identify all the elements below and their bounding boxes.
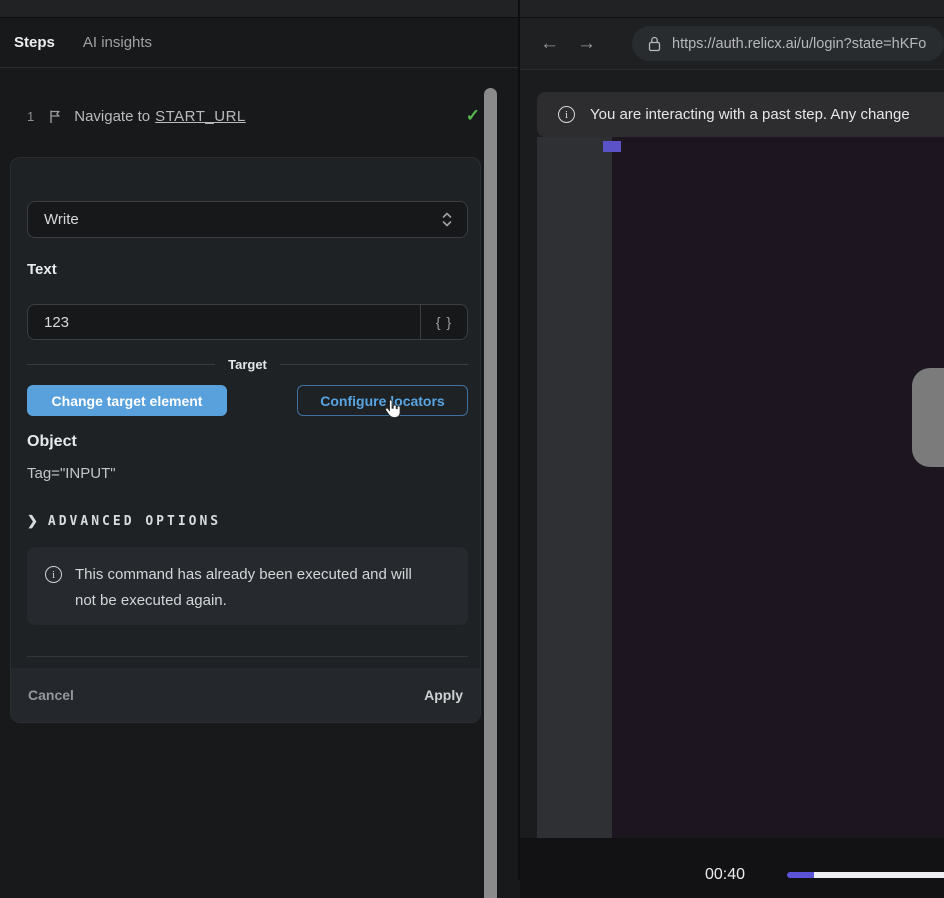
app-window: Steps AI insights 1 Navigate to START_UR… [0, 0, 944, 898]
executed-info-box: i This command has already been executed… [27, 547, 468, 625]
step-row[interactable]: 1 Navigate to START_URL ✓ [0, 96, 480, 136]
panel-tabbar: Steps AI insights [0, 18, 518, 68]
step-editor-card: Write Text 123 { } Target Change [10, 157, 481, 723]
text-field-label: Text [27, 261, 57, 278]
object-heading: Object [27, 433, 77, 451]
text-input-group: 123 { } [27, 304, 468, 340]
target-divider-label: Target [228, 357, 267, 372]
pointer-hand-cursor [383, 398, 403, 425]
forward-arrow-icon[interactable]: → [577, 33, 596, 55]
past-step-banner: i You are interacting with a past step. … [537, 92, 944, 137]
footer-divider [27, 656, 468, 657]
advanced-options-toggle[interactable]: ❯ ADVANCED OPTIONS [27, 513, 221, 529]
divider-line [280, 364, 468, 365]
info-icon: i [45, 566, 62, 583]
object-tag-value: Tag="INPUT" [27, 465, 116, 482]
browser-navbar: ← → https://auth.relicx.ai/u/login?state… [520, 18, 944, 70]
element-highlight-badge [603, 141, 621, 152]
step-start-url-link[interactable]: START_URL [155, 108, 246, 125]
change-target-element-button[interactable]: Change target element [27, 385, 227, 416]
advanced-options-label: ADVANCED OPTIONS [48, 514, 221, 529]
text-input[interactable]: 123 [28, 305, 421, 339]
variables-braces-button[interactable]: { } [421, 305, 467, 339]
flag-icon [48, 109, 62, 124]
past-step-banner-text: You are interacting with a past step. An… [590, 106, 910, 123]
select-updown-icon [441, 211, 453, 228]
browser-preview-panel: ← → https://auth.relicx.ai/u/login?state… [520, 18, 944, 898]
url-text: https://auth.relicx.ai/u/login?state=hKF… [672, 36, 926, 52]
tab-steps[interactable]: Steps [14, 34, 55, 51]
player-bar: 00:40 [520, 838, 944, 898]
playback-time: 00:40 [705, 866, 745, 884]
command-select[interactable]: Write [27, 201, 468, 238]
check-icon: ✓ [466, 106, 480, 126]
side-handle[interactable] [912, 368, 944, 467]
info-icon: i [558, 106, 575, 123]
lock-icon [648, 36, 661, 52]
apply-button[interactable]: Apply [424, 687, 463, 703]
tab-ai-insights[interactable]: AI insights [83, 34, 152, 51]
panel-scrollbar[interactable] [484, 88, 497, 898]
steps-panel: Steps AI insights 1 Navigate to START_UR… [0, 18, 518, 898]
window-top-strip [0, 0, 944, 18]
step-label: Navigate to [74, 108, 150, 125]
cancel-button[interactable]: Cancel [28, 687, 74, 703]
step-number: 1 [27, 109, 34, 124]
back-arrow-icon[interactable]: ← [540, 33, 559, 55]
progress-bar-track[interactable] [814, 872, 944, 878]
screenshot-sidebar-region [537, 137, 612, 838]
screenshot-page-region [612, 137, 944, 843]
target-divider: Target [27, 354, 468, 374]
chevron-right-icon: ❯ [27, 513, 38, 529]
url-bar[interactable]: https://auth.relicx.ai/u/login?state=hKF… [632, 26, 944, 61]
card-footer: Cancel Apply [11, 668, 480, 722]
command-select-value: Write [44, 211, 441, 228]
progress-bar-fill[interactable] [787, 872, 814, 878]
divider-line [27, 364, 215, 365]
executed-info-text: This command has already been executed a… [75, 562, 415, 614]
